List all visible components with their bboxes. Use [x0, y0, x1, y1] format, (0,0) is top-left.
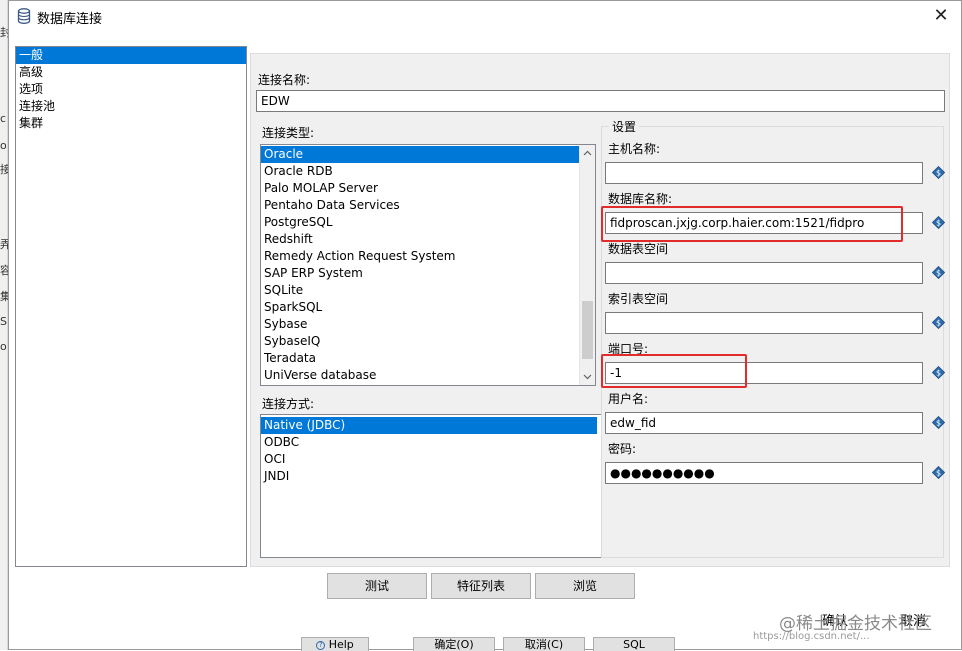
connection-name-label: 连接名称: — [258, 73, 311, 87]
connection-type-item[interactable]: SparkSQL — [261, 299, 579, 316]
scrollbar-thumb[interactable] — [582, 301, 593, 359]
access-method-label: 连接方式: — [262, 397, 315, 411]
password-input[interactable]: ●●●●●●●●●● — [605, 462, 923, 484]
access-method-item[interactable]: JNDI — [261, 468, 597, 485]
window-title: 数据库连接 — [37, 12, 103, 27]
svg-text:$: $ — [936, 218, 941, 227]
test-button[interactable]: 测试 — [327, 573, 427, 599]
footer-cancel-button[interactable]: 取消(C) — [503, 637, 585, 651]
background-fragment: 接 — [0, 163, 8, 176]
scroll-up-icon[interactable] — [580, 145, 595, 161]
footer-ok-button[interactable]: 确定(O) — [413, 637, 495, 651]
connection-type-item[interactable]: Palo MOLAP Server — [261, 180, 579, 197]
help-icon: ? — [316, 640, 326, 650]
connection-type-item[interactable]: Redshift — [261, 231, 579, 248]
nav-item-general[interactable]: 一般 — [16, 47, 246, 64]
tablespace-input[interactable] — [605, 262, 923, 284]
database-name-label: 数据库名称: — [608, 192, 673, 206]
svg-text:$: $ — [936, 318, 941, 327]
index-tablespace-input[interactable] — [605, 312, 923, 334]
connection-name-input[interactable]: EDW — [256, 90, 945, 112]
footer-help-label: Help — [328, 638, 354, 651]
access-method-item[interactable]: Native (JDBC) — [261, 417, 597, 434]
connection-type-items: Oracle Oracle RDB Palo MOLAP Server Pent… — [261, 146, 579, 384]
connection-type-item[interactable]: SybaseIQ — [261, 333, 579, 350]
port-label: 端口号: — [608, 342, 649, 356]
svg-text:$: $ — [936, 468, 941, 477]
watermark-url: https://blog.csdn.net/... — [753, 631, 870, 642]
database-icon — [17, 8, 31, 24]
connection-type-item[interactable]: Pentaho Data Services — [261, 197, 579, 214]
password-label: 密码: — [608, 442, 637, 456]
nav-item-options[interactable]: 选项 — [16, 81, 246, 98]
database-connection-dialog: 数据库连接 ✕ 一般 高级 选项 连接池 集群 连接名称: EDW 连接类型: … — [8, 0, 962, 651]
username-label: 用户名: — [608, 392, 649, 406]
connection-type-item[interactable]: Oracle — [261, 146, 579, 163]
username-input[interactable]: edw_fid — [605, 412, 923, 434]
variable-diamond-icon[interactable]: $ — [931, 165, 946, 180]
footer-help-button[interactable]: ? Help — [301, 637, 369, 651]
background-fragment: 弄 — [0, 238, 8, 251]
port-input[interactable]: -1 — [605, 362, 923, 384]
title-bar: 数据库连接 ✕ — [9, 1, 961, 31]
connection-type-item[interactable]: PostgreSQL — [261, 214, 579, 231]
connection-type-label: 连接类型: — [262, 126, 315, 140]
settings-group-title: 设置 — [609, 118, 640, 135]
settings-category-list: 一般 高级 选项 连接池 集群 — [15, 46, 247, 567]
background-fragment: 容 — [0, 264, 8, 277]
connection-type-item[interactable]: SQLite — [261, 282, 579, 299]
background-fragment: c — [0, 112, 7, 125]
nav-item-advanced[interactable]: 高级 — [16, 64, 246, 81]
connection-type-item[interactable]: SAP ERP System — [261, 265, 579, 282]
general-panel: 连接名称: EDW 连接类型: Oracle Oracle RDB Palo M… — [250, 53, 950, 567]
connection-type-item[interactable]: Sybase — [261, 316, 579, 333]
variable-diamond-icon[interactable]: $ — [931, 415, 946, 430]
svg-text:$: $ — [936, 168, 941, 177]
host-label: 主机名称: — [608, 142, 661, 156]
connection-type-item[interactable]: Teradata — [261, 350, 579, 367]
footer-sql-button[interactable]: SQL — [593, 637, 675, 651]
access-method-item[interactable]: ODBC — [261, 434, 597, 451]
background-fragment: 集 — [0, 290, 8, 303]
variable-diamond-icon[interactable]: $ — [931, 365, 946, 380]
background-fragment: o — [0, 340, 7, 353]
feature-list-button[interactable]: 特征列表 — [431, 573, 531, 599]
index-tablespace-label: 索引表空间 — [608, 292, 669, 306]
variable-diamond-icon[interactable]: $ — [931, 315, 946, 330]
nav-item-pooling[interactable]: 连接池 — [16, 98, 246, 115]
variable-diamond-icon[interactable]: $ — [931, 215, 946, 230]
connection-type-scrollbar[interactable] — [579, 145, 595, 385]
nav-item-clustering[interactable]: 集群 — [16, 115, 246, 132]
connection-type-item[interactable]: UniVerse database — [261, 367, 579, 384]
background-fragment: o — [0, 139, 7, 152]
database-name-input[interactable]: fidproscan.jxjg.corp.haier.com:1521/fidp… — [605, 212, 923, 234]
scroll-down-icon[interactable] — [580, 369, 595, 385]
variable-diamond-icon[interactable]: $ — [931, 265, 946, 280]
access-method-list: Native (JDBC) ODBC OCI JNDI — [260, 414, 604, 558]
svg-text:$: $ — [936, 418, 941, 427]
connection-type-list: Oracle Oracle RDB Palo MOLAP Server Pent… — [260, 144, 596, 386]
svg-text:$: $ — [936, 368, 941, 377]
background-fragment: 封 — [0, 26, 8, 39]
access-method-item[interactable]: OCI — [261, 451, 597, 468]
connection-type-item[interactable]: Remedy Action Request System — [261, 248, 579, 265]
close-icon: ✕ — [933, 5, 949, 26]
variable-diamond-icon[interactable]: $ — [931, 465, 946, 480]
access-method-items: Native (JDBC) ODBC OCI JNDI — [261, 417, 597, 485]
tablespace-label: 数据表空间 — [608, 242, 669, 256]
close-button[interactable]: ✕ — [929, 5, 953, 27]
connection-type-item[interactable]: Oracle RDB — [261, 163, 579, 180]
host-input[interactable] — [605, 162, 923, 184]
svg-text:$: $ — [936, 268, 941, 277]
background-fragment: S — [0, 315, 7, 328]
explore-button[interactable]: 浏览 — [535, 573, 635, 599]
